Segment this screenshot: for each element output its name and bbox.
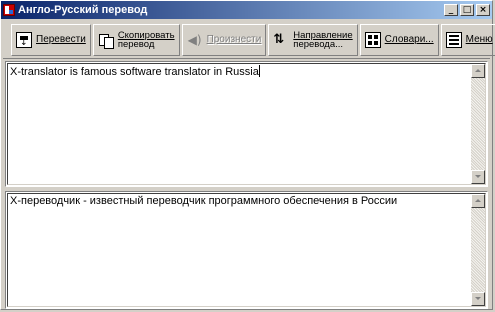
- menu-button[interactable]: Меню: [440, 23, 495, 56]
- copy-translation-button[interactable]: Скопировать перевод: [92, 23, 180, 56]
- target-text-area[interactable]: X-переводчик - известный переводчик прог…: [7, 193, 486, 307]
- menu-icon: [445, 31, 462, 48]
- dictionary-icon: [364, 31, 381, 48]
- target-text-pane[interactable]: X-переводчик - известный переводчик прог…: [5, 191, 488, 309]
- translate-button[interactable]: Перевести: [11, 23, 91, 56]
- source-text: X-translator is famous software translat…: [10, 66, 259, 78]
- toolbar: Перевести Скопировать перевод ◀) Произне…: [3, 21, 495, 59]
- copy-translation-label: Скопировать перевод: [117, 30, 175, 50]
- direction-icon: ⇅: [273, 31, 284, 47]
- minimize-button[interactable]: _: [444, 4, 458, 16]
- copy-label-line2: перевод: [117, 38, 155, 50]
- dictionaries-label: Словари...: [384, 33, 434, 45]
- app-icon[interactable]: [3, 4, 15, 16]
- scroll-up-button[interactable]: [471, 64, 485, 78]
- translate-label: Перевести: [36, 33, 86, 45]
- translator-window: Англо-Русский перевод _ □ × Перевести Ск…: [0, 0, 495, 310]
- speaker-icon: ◀): [187, 32, 202, 47]
- scroll-up-button[interactable]: [471, 194, 485, 208]
- title-bar[interactable]: Англо-Русский перевод _ □ ×: [1, 1, 492, 19]
- window-title: Англо-Русский перевод: [18, 4, 148, 16]
- pronounce-button[interactable]: ◀) Произнести: [181, 23, 267, 56]
- scroll-down-button[interactable]: [471, 170, 485, 184]
- pronounce-label: Произнести: [206, 33, 262, 45]
- source-text-area[interactable]: X-translator is famous software translat…: [7, 63, 486, 185]
- close-button[interactable]: ×: [476, 4, 490, 16]
- source-scrollbar[interactable]: [471, 64, 485, 184]
- menu-label: Меню: [465, 33, 493, 45]
- translation-direction-button[interactable]: ⇅ Направление перевода...: [268, 23, 358, 56]
- text-cursor: [258, 65, 260, 77]
- source-text-pane[interactable]: X-translator is famous software translat…: [5, 61, 488, 187]
- copy-icon: [98, 32, 114, 49]
- translate-icon: [16, 31, 32, 48]
- direction-label-line2: перевода...: [293, 38, 344, 50]
- target-text: X-переводчик - известный переводчик прог…: [10, 195, 398, 207]
- maximize-button[interactable]: □: [460, 4, 474, 16]
- scroll-down-button[interactable]: [471, 292, 485, 306]
- dictionaries-button[interactable]: Словари...: [359, 23, 439, 56]
- target-scrollbar[interactable]: [471, 194, 485, 306]
- direction-label: Направление перевода...: [293, 30, 352, 50]
